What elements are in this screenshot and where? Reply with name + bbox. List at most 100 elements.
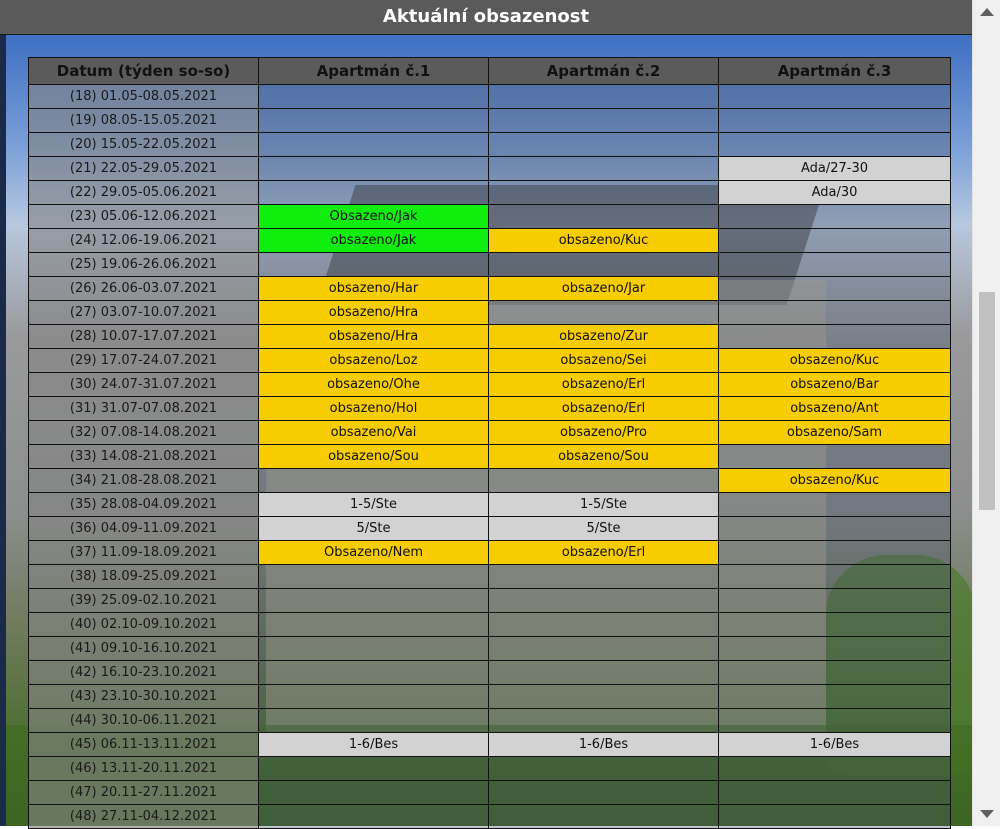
table-row: (35) 28.08-04.09.2021 1-5/Ste 1-5/Ste (28, 492, 951, 517)
apartment-1-booking-cell (258, 636, 489, 661)
apartment-1-booking-cell (258, 132, 489, 157)
week-date-cell: (46) 13.11-20.11.2021 (28, 756, 259, 781)
week-date-cell: (21) 22.05-29.05.2021 (28, 156, 259, 181)
table-row: (27) 03.07-10.07.2021 obsazeno/Hra (28, 300, 951, 325)
week-date-cell: (19) 08.05-15.05.2021 (28, 108, 259, 133)
apartment-2-booking-cell: 1-5/Ste (488, 492, 719, 517)
occupancy-table: Datum (týden so-so) Apartmán č.1 Apartmá… (28, 57, 951, 829)
table-row: (31) 31.07-07.08.2021 obsazeno/Hol obsazen… (28, 396, 951, 421)
table-row: (21) 22.05-29.05.2021 Ada/27-30 (28, 156, 951, 181)
week-date-cell: (39) 25.09-02.10.2021 (28, 588, 259, 613)
week-date-cell: (36) 04.09-11.09.2021 (28, 516, 259, 541)
apartment-1-booking-cell (258, 180, 489, 205)
table-row: (26) 26.06-03.07.2021 obsazeno/Har obsazen… (28, 276, 951, 301)
apartment-1-booking-cell: 1-6/Bes (258, 732, 489, 757)
week-date-cell: (45) 06.11-13.11.2021 (28, 732, 259, 757)
apartment-3-booking-cell (718, 228, 951, 253)
column-header-apartment-1: Apartmán č.1 (258, 57, 489, 85)
apartment-3-booking-cell (718, 708, 951, 733)
apartment-2-booking-cell: obsazeno/Erl (488, 540, 719, 565)
apartment-3-booking-cell (718, 204, 951, 229)
apartment-2-booking-cell: obsazeno/Sou (488, 444, 719, 469)
table-row: (47) 20.11-27.11.2021 (28, 780, 951, 805)
table-row: (34) 21.08-28.08.2021 obsazeno/Kuc (28, 468, 951, 493)
apartment-2-booking-cell: obsazeno/Erl (488, 396, 719, 421)
apartment-2-booking-cell: obsazeno/Kuc (488, 228, 719, 253)
apartment-2-booking-cell (488, 132, 719, 157)
triangle-up-icon[interactable] (980, 8, 994, 16)
table-row: (19) 08.05-15.05.2021 (28, 108, 951, 133)
apartment-2-booking-cell (488, 468, 719, 493)
apartment-2-booking-cell (488, 708, 719, 733)
week-date-cell: (28) 10.07-17.07.2021 (28, 324, 259, 349)
week-date-cell: (18) 01.05-08.05.2021 (28, 84, 259, 109)
apartment-3-booking-cell (718, 636, 951, 661)
apartment-3-booking-cell (718, 684, 951, 709)
apartment-1-booking-cell (258, 468, 489, 493)
apartment-1-booking-cell: obsazeno/Hol (258, 396, 489, 421)
apartment-1-booking-cell (258, 660, 489, 685)
week-date-cell: (35) 28.08-04.09.2021 (28, 492, 259, 517)
table-row: (36) 04.09-11.09.2021 5/Ste 5/Ste (28, 516, 951, 541)
table-row: (39) 25.09-02.10.2021 (28, 588, 951, 613)
apartment-3-booking-cell: obsazeno/Ant (718, 396, 951, 421)
week-date-cell: (33) 14.08-21.08.2021 (28, 444, 259, 469)
apartment-3-booking-cell (718, 132, 951, 157)
apartment-1-booking-cell (258, 564, 489, 589)
triangle-down-icon[interactable] (980, 810, 994, 818)
apartment-1-booking-cell: obsazeno/Ohe (258, 372, 489, 397)
table-row: (40) 02.10-09.10.2021 (28, 612, 951, 637)
apartment-2-booking-cell (488, 84, 719, 109)
week-date-cell: (23) 05.06-12.06.2021 (28, 204, 259, 229)
apartment-2-booking-cell (488, 756, 719, 781)
week-date-cell: (41) 09.10-16.10.2021 (28, 636, 259, 661)
apartment-2-booking-cell (488, 180, 719, 205)
table-row: (37) 11.09-18.09.2021 Obsazeno/Nem obsazen… (28, 540, 951, 565)
table-row: (48) 27.11-04.12.2021 (28, 804, 951, 829)
apartment-1-booking-cell: obsazeno/Loz (258, 348, 489, 373)
apartment-1-booking-cell: obsazeno/Hra (258, 300, 489, 325)
apartment-1-booking-cell: Obsazeno/Nem (258, 540, 489, 565)
apartment-3-booking-cell (718, 804, 951, 829)
column-header-date: Datum (týden so-so) (28, 57, 259, 85)
apartment-3-booking-cell (718, 516, 951, 541)
scrollbar-thumb[interactable] (979, 292, 995, 510)
week-date-cell: (42) 16.10-23.10.2021 (28, 660, 259, 685)
week-date-cell: (47) 20.11-27.11.2021 (28, 780, 259, 805)
vertical-scrollbar[interactable] (972, 0, 1000, 826)
week-date-cell: (26) 26.06-03.07.2021 (28, 276, 259, 301)
table-row: (45) 06.11-13.11.2021 1-6/Bes 1-6/Bes 1-6/B… (28, 732, 951, 757)
apartment-1-booking-cell (258, 612, 489, 637)
week-date-cell: (37) 11.09-18.09.2021 (28, 540, 259, 565)
apartment-3-booking-cell (718, 84, 951, 109)
week-date-cell: (27) 03.07-10.07.2021 (28, 300, 259, 325)
apartment-1-booking-cell: obsazeno/Jak (258, 228, 489, 253)
apartment-3-booking-cell (718, 300, 951, 325)
week-date-cell: (44) 30.10-06.11.2021 (28, 708, 259, 733)
apartment-1-booking-cell (258, 252, 489, 277)
week-date-cell: (25) 19.06-26.06.2021 (28, 252, 259, 277)
table-row: (42) 16.10-23.10.2021 (28, 660, 951, 685)
table-row: (32) 07.08-14.08.2021 obsazeno/Vai obsazen… (28, 420, 951, 445)
table-row: (24) 12.06-19.06.2021 obsazeno/Jak obsazen… (28, 228, 951, 253)
apartment-2-booking-cell: obsazeno/Zur (488, 324, 719, 349)
apartment-2-booking-cell (488, 804, 719, 829)
apartment-3-booking-cell (718, 780, 951, 805)
table-row: (33) 14.08-21.08.2021 obsazeno/Sou obsazen… (28, 444, 951, 469)
week-date-cell: (48) 27.11-04.12.2021 (28, 804, 259, 829)
week-date-cell: (30) 24.07-31.07.2021 (28, 372, 259, 397)
apartment-3-booking-cell (718, 108, 951, 133)
apartment-3-booking-cell (718, 252, 951, 277)
apartment-3-booking-cell (718, 444, 951, 469)
apartment-2-booking-cell: 5/Ste (488, 516, 719, 541)
apartment-2-booking-cell (488, 300, 719, 325)
apartment-1-booking-cell (258, 804, 489, 829)
apartment-1-booking-cell (258, 708, 489, 733)
apartment-1-booking-cell: 5/Ste (258, 516, 489, 541)
apartment-1-booking-cell (258, 756, 489, 781)
apartment-1-booking-cell (258, 156, 489, 181)
week-date-cell: (29) 17.07-24.07.2021 (28, 348, 259, 373)
apartment-2-booking-cell (488, 156, 719, 181)
apartment-2-booking-cell (488, 564, 719, 589)
table-row: (46) 13.11-20.11.2021 (28, 756, 951, 781)
